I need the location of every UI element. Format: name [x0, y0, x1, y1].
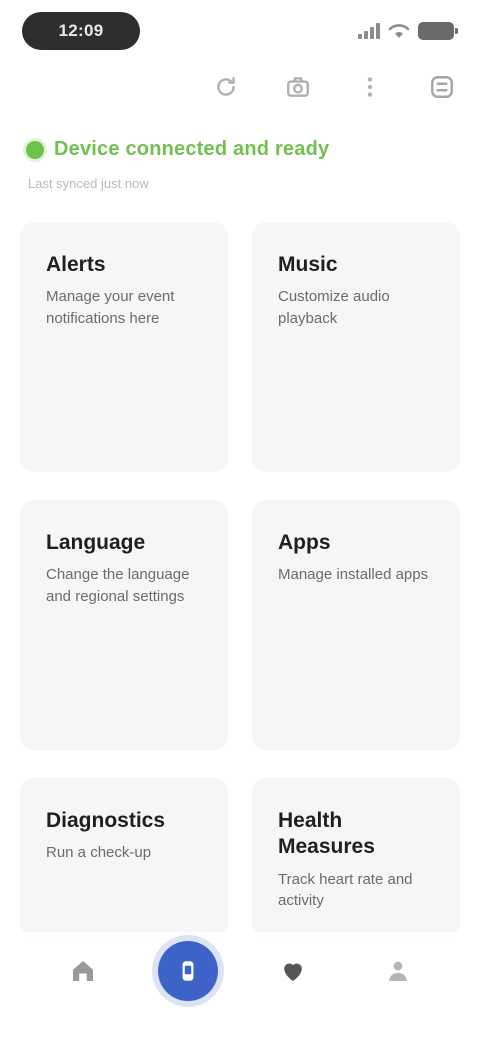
device-sync-text: Last synced just now: [28, 176, 149, 191]
card-title: Health Measures: [278, 809, 375, 859]
nav-health[interactable]: [263, 941, 323, 1001]
health-icon: [283, 963, 302, 981]
card-description: Manage installed apps: [278, 566, 429, 584]
card-description: Change the language and regional setting…: [46, 566, 190, 605]
signal-icon: [358, 23, 380, 39]
card-description: Manage your event notifications here: [46, 288, 175, 327]
card-title: Apps: [278, 531, 331, 554]
profile-icon: [388, 961, 407, 981]
header-toolbar: [208, 62, 460, 112]
card-title: Music: [278, 253, 338, 276]
settings-icon[interactable]: [424, 69, 460, 105]
status-icons: [358, 20, 458, 42]
more-icon[interactable]: [352, 69, 388, 105]
card-language[interactable]: Language Change the language and regiona…: [20, 500, 228, 750]
card-description: Customize audio playback: [278, 288, 390, 327]
nav-device[interactable]: [157, 941, 218, 1001]
card-description: Track heart rate and activity: [278, 870, 413, 910]
card-health-measures[interactable]: Health Measures Track heart rate and act…: [252, 778, 460, 938]
battery-icon: [418, 22, 458, 40]
feature-cards: Alerts Manage your event notifications h…: [20, 222, 460, 938]
connected-indicator-icon: [26, 140, 44, 159]
card-title: Alerts: [46, 253, 106, 276]
wifi-icon: [388, 24, 410, 38]
status-time: 12:09: [22, 12, 140, 50]
card-alerts[interactable]: Alerts Manage your event notifications h…: [20, 222, 228, 472]
card-music[interactable]: Music Customize audio playback: [252, 222, 460, 472]
refresh-icon[interactable]: [208, 69, 244, 105]
camera-icon[interactable]: [280, 69, 316, 105]
nav-home[interactable]: [53, 941, 113, 1001]
card-title: Language: [46, 531, 146, 554]
status-bar: 12:09: [0, 0, 480, 60]
card-apps[interactable]: Apps Manage installed apps: [252, 500, 460, 750]
device-status: Device connected and ready: [26, 138, 329, 161]
device-status-text: Device connected and ready: [54, 138, 330, 160]
card-description: Run a check-up: [46, 844, 152, 862]
bottom-navigation: [0, 932, 480, 1040]
nav-profile[interactable]: [368, 941, 428, 1001]
home-icon: [72, 961, 93, 981]
card-title: Diagnostics: [46, 809, 166, 832]
card-diagnostics[interactable]: Diagnostics Run a check-up: [20, 778, 228, 938]
device-icon: [182, 961, 193, 981]
